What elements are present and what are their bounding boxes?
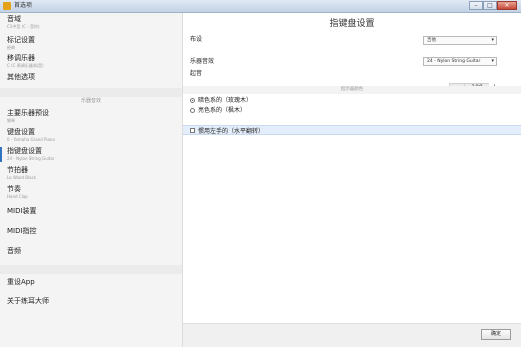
radio-button xyxy=(190,108,195,113)
app-icon xyxy=(3,2,11,10)
sidebar-item-label: 移调乐器 xyxy=(7,54,35,62)
radio-dark-rosewood[interactable]: 暗色系的（玫瑰木） xyxy=(190,96,252,105)
sidebar-item-range[interactable]: 音域 C1中音 (C - 音符) xyxy=(0,15,182,30)
pitch-label: 起音 xyxy=(190,70,203,77)
chevron-down-icon: ▾ xyxy=(491,37,494,43)
sidebar-item-label: MIDI指控 xyxy=(7,227,37,235)
layout-label: 布设 xyxy=(190,36,203,43)
sidebar-item-midi-control[interactable]: MIDI指控 xyxy=(0,227,182,236)
sidebar-item-label: 键盘设置 xyxy=(7,128,35,136)
sidebar-item-fretboard[interactable]: 指键盘设置 24 - Nylon String Guitar xyxy=(0,147,182,162)
sidebar-item-label: 音域 xyxy=(7,15,21,23)
window-title: 首选项 xyxy=(14,2,33,9)
sidebar-item-sublabel: 经典 xyxy=(7,45,15,50)
sidebar-item-transposing[interactable]: 移调乐器 C (C 原调乐器/拟音) xyxy=(0,54,182,69)
title-bar: 首选项 – □ ✕ xyxy=(0,0,521,13)
sidebar-item-rhythm[interactable]: 节奏 Hand Clap xyxy=(0,185,182,200)
sidebar-item-audio[interactable]: 音频 xyxy=(0,247,182,256)
left-handed-checkbox[interactable] xyxy=(190,127,195,133)
sidebar-divider xyxy=(0,265,182,274)
sidebar-item-sublabel: Hand Clap xyxy=(7,194,28,199)
sidebar-item-sublabel: 钢琴 xyxy=(7,118,15,123)
sidebar-item-label: 节奏 xyxy=(7,185,21,193)
sidebar-item-metronome[interactable]: 节拍器 Lo Wood Block xyxy=(0,166,182,181)
sidebar-item-label: 主要乐器预设 xyxy=(7,109,49,117)
sidebar-item-notation[interactable]: 标记设置 经典 xyxy=(0,36,182,51)
sidebar-item-label: MIDI装置 xyxy=(7,207,37,215)
maximize-button[interactable]: □ xyxy=(483,1,497,10)
sidebar-item-keyboard[interactable]: 键盘设置 0 - Yamaha Grand Piano xyxy=(0,128,182,143)
sidebar-section-label: 乐器音效 xyxy=(80,98,101,104)
sidebar-item-label: 关于练耳大师 xyxy=(7,297,49,305)
layout-select-value: 吉他 xyxy=(427,38,436,43)
sidebar-item-main-instrument[interactable]: 主要乐器预设 钢琴 xyxy=(0,109,182,124)
sidebar-item-sublabel: 0 - Yamaha Grand Piano xyxy=(7,137,55,142)
page-title: 指键盘设置 xyxy=(329,19,375,29)
preferences-window: 首选项 – □ ✕ 音域 C1中音 (C - 音符) 标记设置 经典 移调乐器 … xyxy=(0,0,521,347)
layout-select[interactable]: 吉他 ▾ xyxy=(423,36,497,45)
close-button[interactable]: ✕ xyxy=(497,1,517,10)
sidebar-item-about[interactable]: 关于练耳大师 xyxy=(0,297,182,306)
minimize-button[interactable]: – xyxy=(469,1,483,10)
sidebar-item-label: 指键盘设置 xyxy=(7,147,42,155)
sidebar-item-other-options[interactable]: 其他选项 xyxy=(0,73,182,82)
chevron-down-icon: ▾ xyxy=(491,58,494,64)
instrument-label: 乐器音效 xyxy=(190,58,215,65)
window-controls: – □ ✕ xyxy=(469,1,517,11)
sidebar-item-sublabel: 24 - Nylon String Guitar xyxy=(7,156,55,161)
sidebar-item-label: 其他选项 xyxy=(7,73,35,81)
sidebar-item-sublabel: C1中音 (C - 音符) xyxy=(7,24,40,29)
sidebar-item-label: 节拍器 xyxy=(7,166,28,174)
bottom-bar: 确定 xyxy=(183,323,521,347)
sidebar-item-reset-app[interactable]: 重设App xyxy=(0,278,182,287)
radio-label: 亮色系的（枫木） xyxy=(198,107,247,114)
indicator-color-section-header: 指示器颜色 xyxy=(183,86,521,94)
sidebar-divider xyxy=(0,88,182,97)
instrument-select-value: 24 - Nylon String Guitar xyxy=(427,59,481,64)
radio-label: 暗色系的（玫瑰木） xyxy=(198,97,253,104)
radio-button xyxy=(190,98,195,103)
sidebar-item-midi-device[interactable]: MIDI装置 xyxy=(0,207,182,216)
sidebar-item-label: 重设App xyxy=(7,278,35,286)
instrument-select[interactable]: 24 - Nylon String Guitar ▾ xyxy=(423,57,497,66)
settings-panel: 指键盘设置 布设 吉他 ▾ 乐器音效 24 - Nylon String Gui… xyxy=(183,13,521,347)
left-handed-label: 惯用左手的（水平翻转） xyxy=(198,127,265,135)
settings-sidebar: 音域 C1中音 (C - 音符) 标记设置 经典 移调乐器 C (C 原调乐器/… xyxy=(0,13,183,347)
confirm-button[interactable]: 确定 xyxy=(481,329,511,340)
sidebar-item-sublabel: C (C 原调乐器/拟音) xyxy=(7,63,44,68)
left-handed-row[interactable]: 惯用左手的（水平翻转） xyxy=(183,125,521,135)
sidebar-item-label: 音频 xyxy=(7,247,21,255)
radio-light-maple[interactable]: 亮色系的（枫木） xyxy=(190,106,246,115)
sidebar-item-label: 标记设置 xyxy=(7,36,35,44)
sidebar-item-sublabel: Lo Wood Block xyxy=(7,175,37,180)
